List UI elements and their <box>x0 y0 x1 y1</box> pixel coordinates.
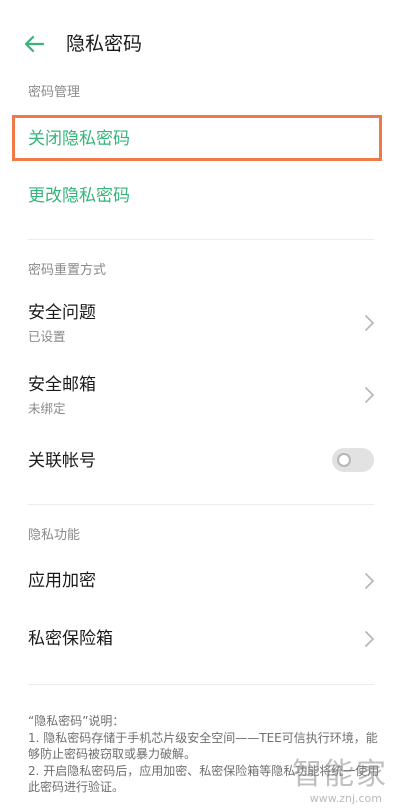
chevron-right-icon <box>365 315 374 331</box>
app-encryption-item[interactable]: 应用加密 <box>0 564 400 598</box>
section-label-privacy-features: 隐私功能 <box>28 528 81 543</box>
security-email-item[interactable]: 安全邮箱 未绑定 <box>0 368 400 422</box>
private-safe-item[interactable]: 私密保险箱 <box>0 622 400 656</box>
private-safe-label: 私密保险箱 <box>28 629 113 649</box>
note-heading: “隐私密码”说明： <box>28 714 125 728</box>
page-title: 隐私密码 <box>66 33 143 55</box>
watermark-brand: 智能家 <box>292 757 388 792</box>
chevron-right-icon <box>365 631 374 647</box>
security-email-label: 安全邮箱 <box>28 375 96 395</box>
arrow-left-icon <box>24 35 45 53</box>
section-divider <box>28 684 374 685</box>
security-email-status: 未绑定 <box>28 401 66 416</box>
change-privacy-password-item[interactable]: 更改隐私密码 <box>0 176 400 218</box>
app-encryption-label: 应用加密 <box>28 571 96 591</box>
header-bar: 隐私密码 <box>0 0 400 86</box>
linked-account-toggle[interactable] <box>332 448 374 472</box>
section-label-reset-method: 密码重置方式 <box>28 263 107 278</box>
security-question-status: 已设置 <box>28 329 66 344</box>
watermark-url: www.znj.com <box>309 792 382 805</box>
toggle-off-icon <box>337 453 351 467</box>
highlight-annotation <box>12 115 382 161</box>
linked-account-label: 关联帐号 <box>28 451 96 471</box>
section-divider <box>28 239 374 240</box>
security-question-label: 安全问题 <box>28 303 96 323</box>
back-button[interactable] <box>18 30 50 58</box>
section-label-password-management: 密码管理 <box>28 85 81 100</box>
section-divider <box>28 504 374 505</box>
security-question-item[interactable]: 安全问题 已设置 <box>0 296 400 350</box>
watermark: 智能家 www.znj.com <box>278 756 388 810</box>
chevron-right-icon <box>365 387 374 403</box>
chevron-right-icon <box>365 573 374 589</box>
change-privacy-password-label: 更改隐私密码 <box>28 186 130 206</box>
